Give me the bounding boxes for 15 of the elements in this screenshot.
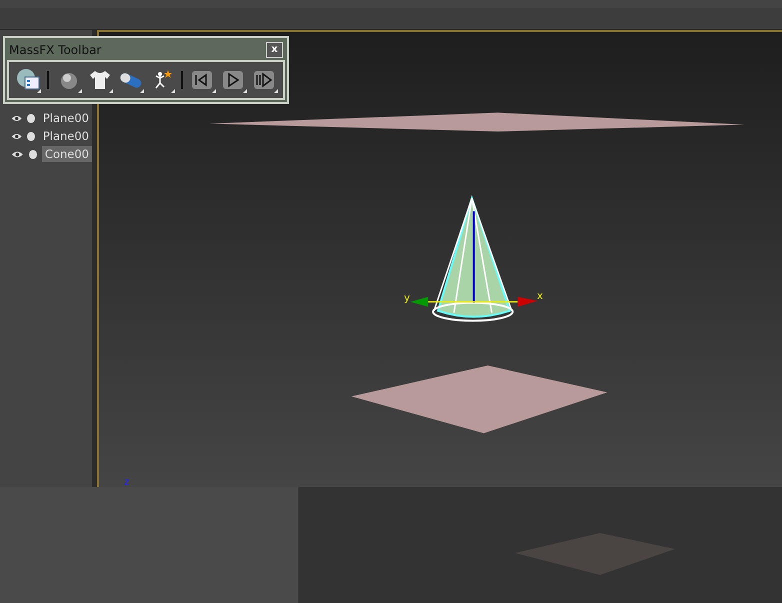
- eye-icon[interactable]: [11, 132, 22, 140]
- play-icon: [222, 68, 246, 92]
- axis-label: z: [124, 478, 130, 488]
- eye-icon[interactable]: [11, 150, 24, 158]
- close-button[interactable]: x: [266, 42, 283, 58]
- step-forward-icon: [252, 68, 276, 92]
- scene-item[interactable]: Cone00: [42, 146, 92, 162]
- globe-window-icon: [16, 68, 40, 92]
- scene-item[interactable]: Plane00: [40, 110, 92, 126]
- rewind-icon: [190, 68, 214, 92]
- axis-label: x: [537, 292, 543, 302]
- eye-icon[interactable]: [11, 114, 22, 122]
- axis-label: y: [404, 294, 410, 304]
- shirt-icon: [88, 68, 112, 92]
- scene-item[interactable]: Plane00: [40, 128, 92, 144]
